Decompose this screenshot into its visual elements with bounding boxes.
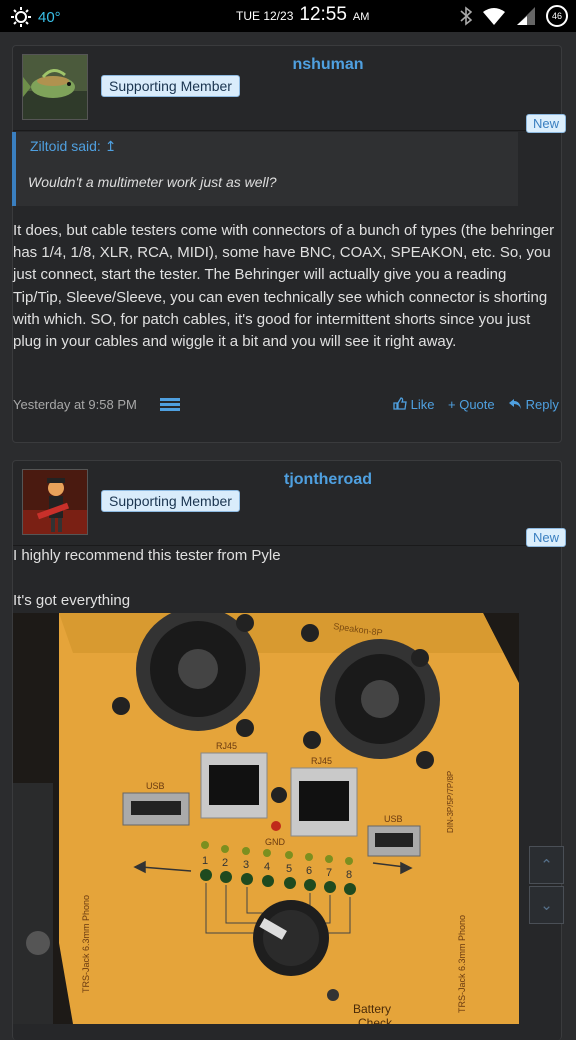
quote-button[interactable]: + Quote — [448, 397, 495, 412]
post-footer: Yesterday at 9:58 PM Like + Quote Reply — [13, 397, 561, 417]
photo-label-usb-right: USB — [384, 814, 403, 824]
cable-tester-image: Speakon-8P RJ45 RJ45 USB USB GND 1 2 3 4… — [13, 613, 519, 1024]
pin-label-7: 7 — [326, 867, 332, 879]
cable-tester-photo[interactable]: Speakon-8P RJ45 RJ45 USB USB GND 1 2 3 4… — [13, 613, 519, 1024]
weather-sun-icon — [11, 7, 31, 27]
battery-icon: 46 — [546, 5, 568, 27]
timestamp[interactable]: Yesterday at 9:58 PM — [13, 397, 137, 412]
photo-label-din: DIN-3P/5P/7P/8P — [446, 771, 455, 833]
status-icons: 46 — [460, 5, 568, 27]
pin-label-6: 6 — [306, 865, 312, 877]
temperature: 40° — [38, 8, 61, 26]
photo-label-check: Check — [358, 1016, 393, 1024]
supporting-member-badge: Supporting Member — [101, 490, 240, 512]
photo-label-rj45-left: RJ45 — [216, 741, 237, 751]
photo-label-gnd: GND — [265, 837, 286, 847]
like-label: Like — [410, 397, 435, 412]
photo-label-trs-right: TRS-Jack 6.3mm Phono — [457, 915, 467, 1013]
pin-label-4: 4 — [264, 861, 270, 873]
pin-label-1: 1 — [202, 855, 208, 867]
photo-label-usb-left: USB — [146, 781, 165, 791]
reply-icon — [509, 399, 521, 409]
post-userbar: tjontheroad Supporting Member — [13, 461, 561, 546]
date: TUE 12/23 — [236, 9, 294, 23]
reply-button[interactable]: Reply — [508, 397, 559, 412]
ampm: AM — [352, 11, 370, 23]
username[interactable]: nshuman — [13, 56, 576, 74]
signal-icon — [517, 7, 535, 25]
new-tag: New — [525, 114, 566, 133]
clock: TUE 12/23 12:55 AM — [236, 4, 369, 26]
scroll-down-button[interactable]: ⌄ — [529, 886, 564, 924]
post-line-1: I highly recommend this tester from Pyle — [13, 547, 281, 564]
post-userbar: nshuman Supporting Member — [13, 46, 561, 131]
quote-block: Ziltoid said: ↥ Wouldn't a multimeter wo… — [12, 132, 518, 206]
reply-label: Reply — [525, 397, 559, 412]
photo-label-rj45-right: RJ45 — [311, 756, 332, 766]
weather: 40° — [10, 6, 61, 28]
bluetooth-icon — [460, 6, 472, 26]
scroll-up-button[interactable]: ⌃ — [529, 846, 564, 884]
post-body: It does, but cable testers come with con… — [13, 222, 555, 351]
menu-icon[interactable] — [160, 398, 180, 413]
pin-label-5: 5 — [286, 863, 292, 875]
pin-label-2: 2 — [222, 857, 228, 869]
quote-author-link[interactable]: Ziltoid said: ↥ — [30, 138, 116, 155]
supporting-member-badge: Supporting Member — [101, 75, 240, 97]
status-bar: 40° TUE 12/23 12:55 AM 46 — [0, 0, 576, 32]
photo-label-trs-left: TRS-Jack 6.3mm Phono — [81, 895, 91, 993]
username[interactable]: tjontheroad — [13, 471, 576, 489]
photo-label-battery: Battery — [353, 1002, 391, 1016]
quote-text: Wouldn't a multimeter work just as well? — [28, 174, 277, 190]
thumbs-up-icon — [393, 397, 407, 410]
time: 12:55 — [299, 4, 347, 25]
post-line-2: It's got everything — [13, 592, 131, 609]
wifi-icon — [483, 8, 505, 25]
pin-label-3: 3 — [243, 859, 249, 871]
like-button[interactable]: Like — [393, 397, 434, 412]
pin-label-8: 8 — [346, 869, 352, 881]
